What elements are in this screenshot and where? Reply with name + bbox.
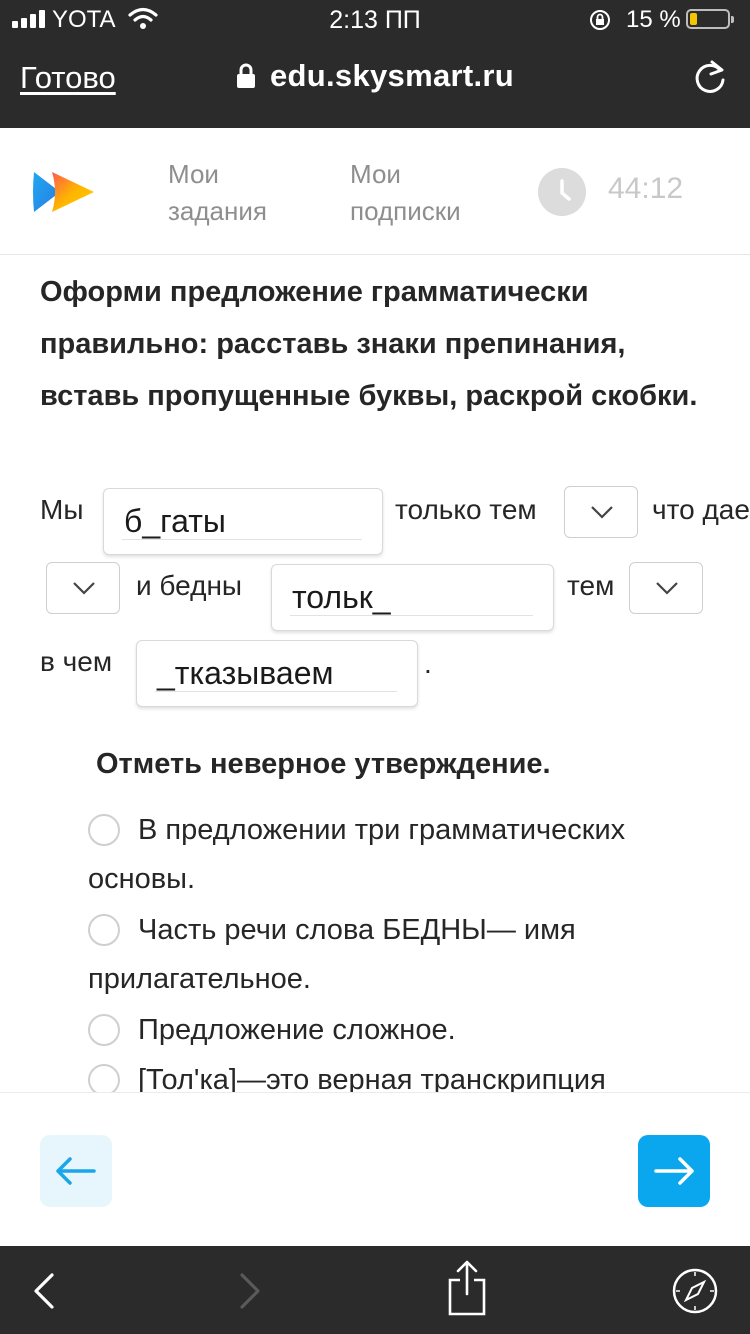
timer: 44:12 [608,172,684,205]
clock-icon [538,168,586,216]
text-v-chem: в чем [40,646,113,677]
option-3[interactable]: Предложение сложное. [88,1006,708,1055]
option-1[interactable]: В предложении три грамматических основы. [88,806,708,904]
site-header: Мои задания Мои подписки 44:12 [0,128,750,255]
arrow-left-icon [56,1157,96,1185]
radio-button[interactable] [88,814,120,846]
chevron-down-icon [73,582,95,595]
battery-percent: 15 % [626,6,681,33]
answer-input-1[interactable]: б_гаты [103,488,383,555]
chevron-down-icon [591,506,613,519]
punctuation-select-1[interactable] [564,486,638,538]
browser-toolbar [0,1246,750,1334]
text-i-bedny: и бедны [136,570,243,601]
nav-my-subscriptions[interactable]: Мои подписки [350,156,461,230]
punctuation-select-2[interactable] [46,562,120,614]
radio-button[interactable] [88,914,120,946]
arrow-right-icon [654,1157,694,1185]
option-2[interactable]: Часть речи слова БЕДНЫ— имя прилагательн… [88,906,708,1004]
next-button[interactable] [638,1135,710,1207]
text-tem: тем [567,570,615,601]
address-bar[interactable]: edu.skysmart.ru [0,58,750,97]
previous-button[interactable] [40,1135,112,1207]
option-3-label: Предложение сложное. [138,1014,456,1046]
task-instruction: Оформи предложение грамматически правиль… [40,276,698,412]
back-icon[interactable] [30,1272,58,1310]
task-navigation [0,1092,750,1247]
share-icon[interactable] [446,1258,488,1316]
skysmart-logo[interactable] [30,168,98,216]
word-my: Мы [40,494,84,525]
task2-title: Отметь неверное утверждение. [96,748,551,780]
nav-my-tasks[interactable]: Мои задания [168,156,267,230]
forward-icon[interactable] [236,1272,264,1310]
text-chto-da: что даем [652,494,750,525]
chevron-down-icon [656,582,678,595]
status-bar: YOTA 2:13 ПП 15 % [0,0,750,40]
browser-chrome: YOTA 2:13 ПП 15 % Готово edu.skysmart.ru [0,0,750,128]
option-2-label: Часть речи слова БЕДНЫ— имя прилагательн… [88,914,576,995]
answer-input-2-value: тольк_ [292,579,391,615]
reload-icon[interactable] [692,58,728,96]
answer-input-1-value: б_гаты [124,503,226,539]
option-1-label: В предложении три грамматических основы. [88,814,626,895]
text-only-tem: только тем [395,494,537,525]
url-text: edu.skysmart.ru [270,58,514,93]
radio-button[interactable] [88,1014,120,1046]
compass-icon[interactable] [672,1268,718,1314]
rotation-lock-icon [590,10,610,30]
battery-icon [686,9,734,29]
answer-input-2[interactable]: тольк_ [271,564,554,631]
sentence-period: . [424,648,432,679]
punctuation-select-3[interactable] [629,562,703,614]
lock-icon [237,63,255,88]
answer-input-3[interactable]: _тказываем [136,640,418,707]
answer-input-3-value: _тказываем [157,655,334,691]
